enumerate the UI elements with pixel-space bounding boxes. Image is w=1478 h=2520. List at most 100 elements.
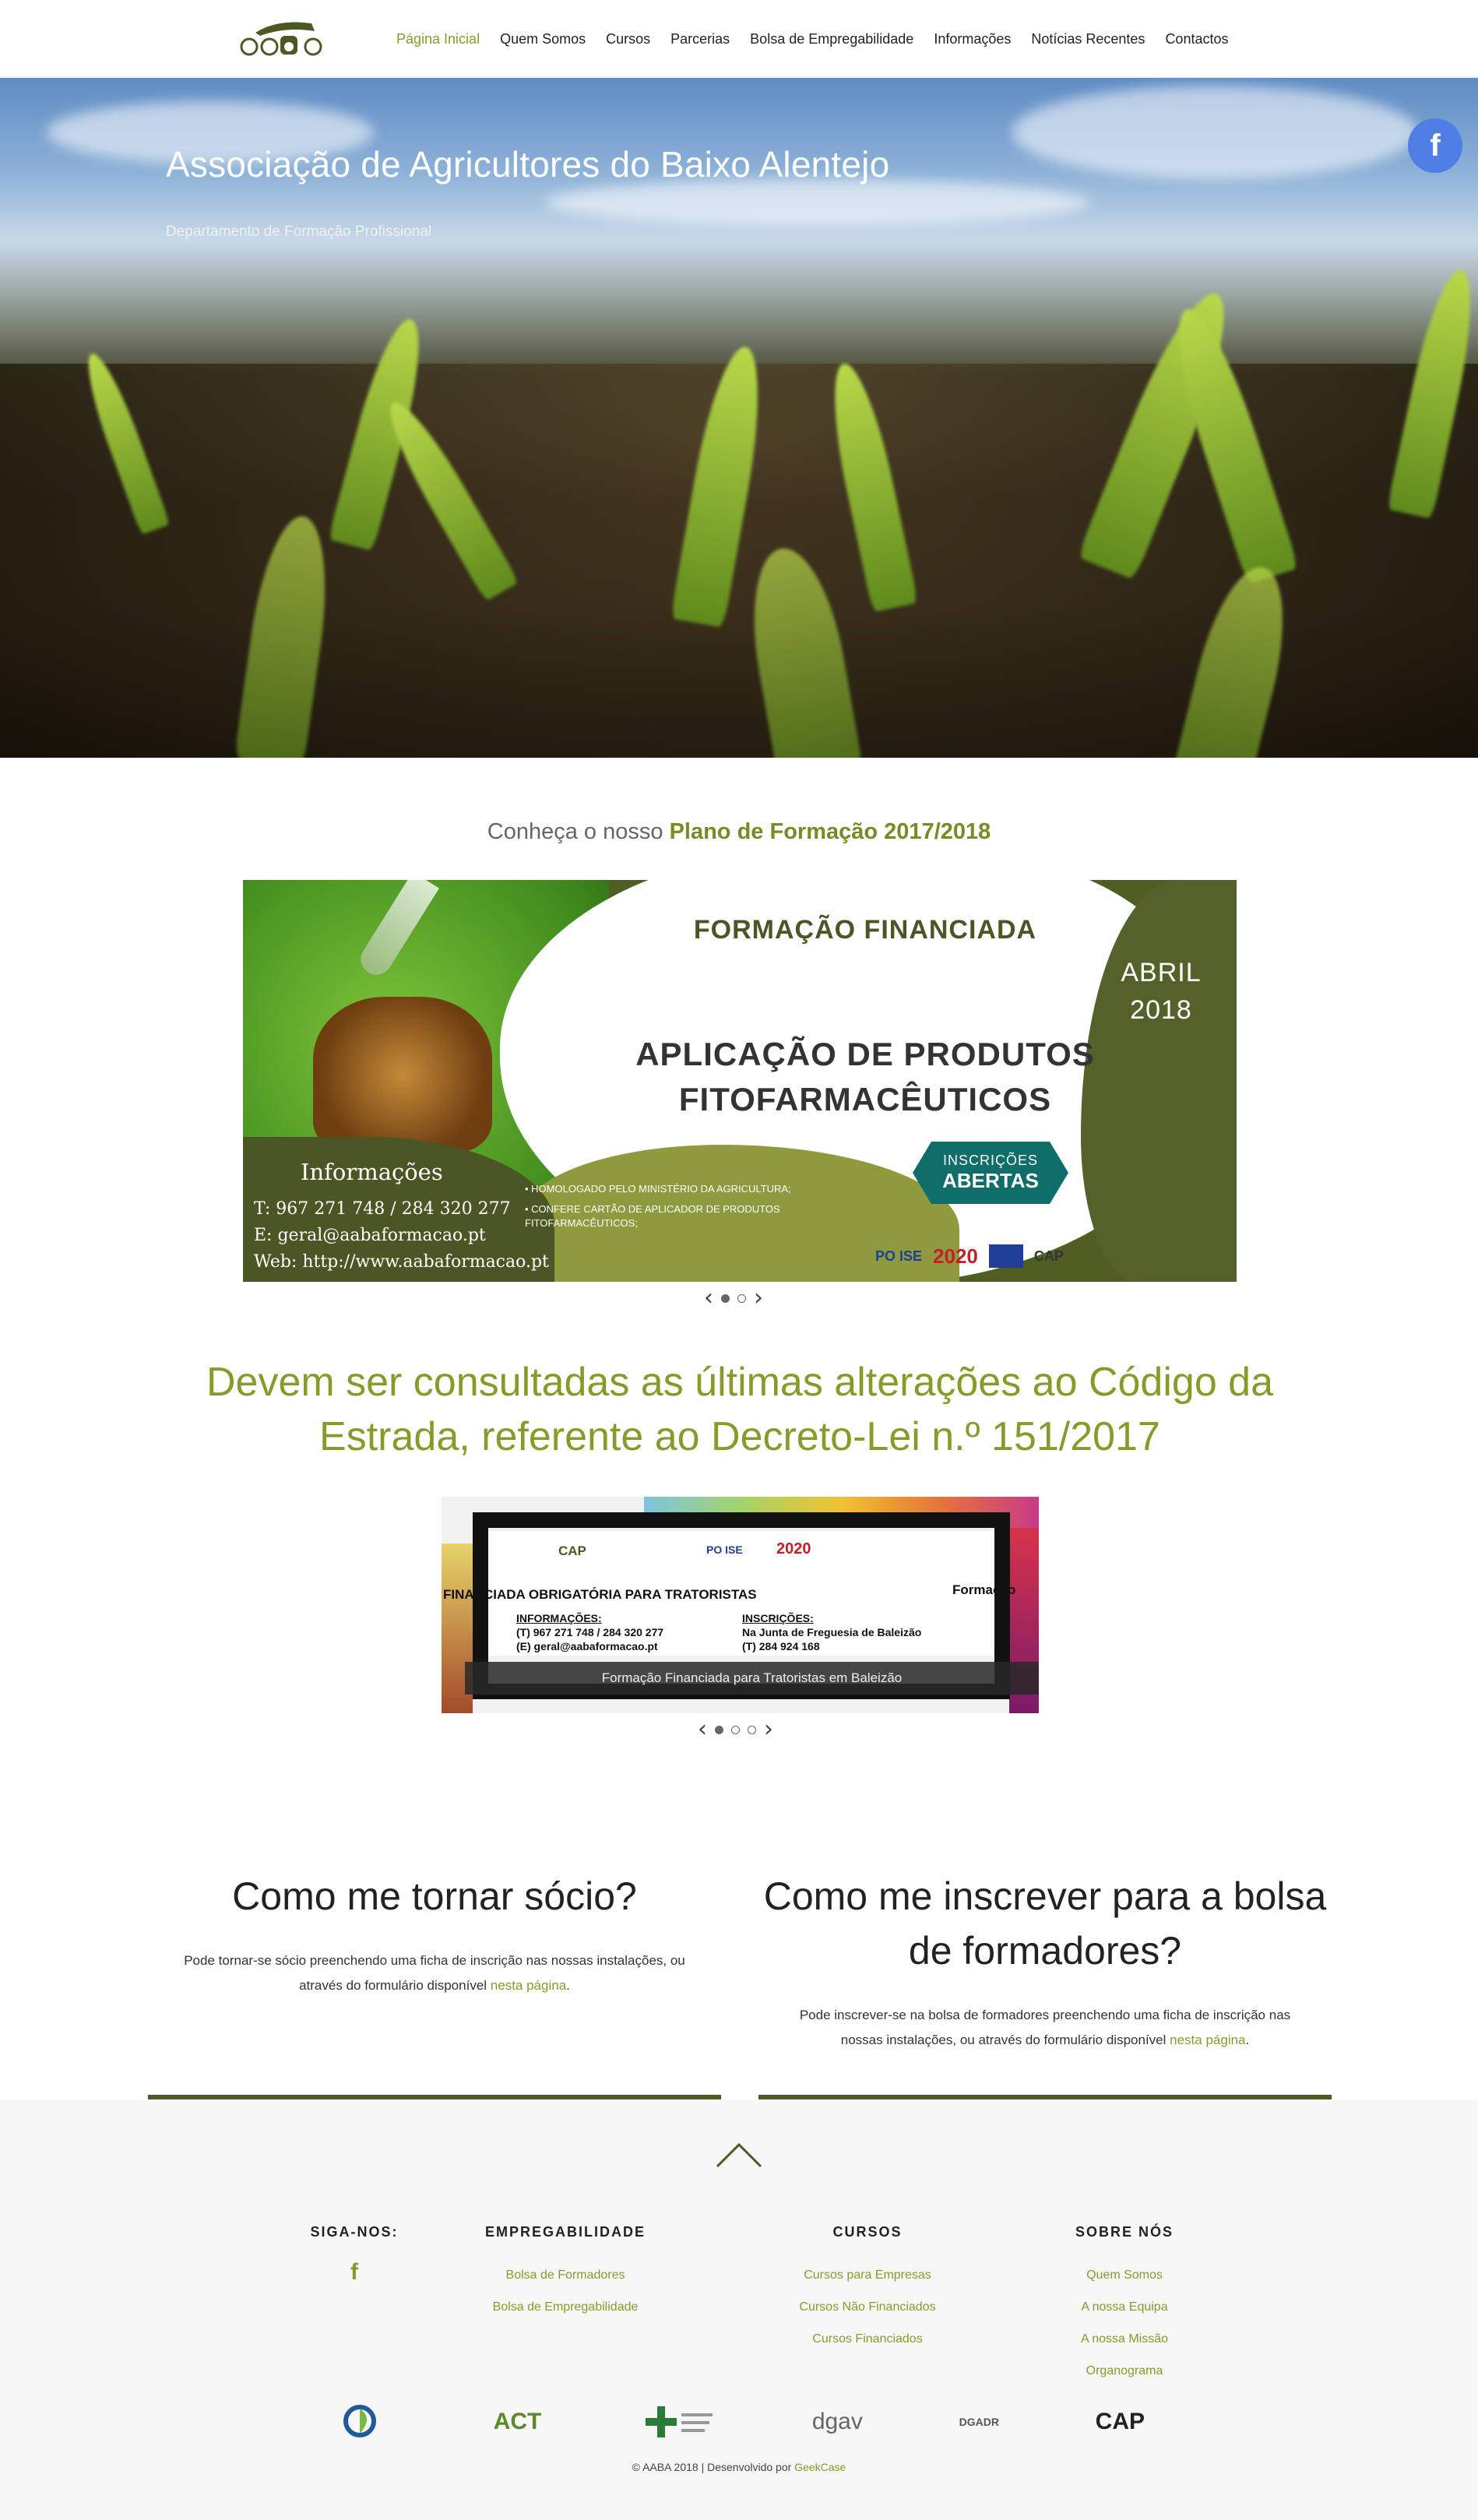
top-navbar: Página Inicial Quem Somos Cursos Parceri…: [0, 0, 1478, 78]
menu-item-parcerias[interactable]: Parcerias: [660, 31, 740, 48]
footer-social: SIGA-NOS: f: [245, 2224, 463, 2286]
news-slide[interactable]: CAP PO ISE 2020 FINANCIADA OBRIGATÓRIA P…: [442, 1497, 1039, 1713]
plan-heading-link[interactable]: Plano de Formação 2017/2018: [670, 819, 991, 844]
bolsa-text: Pode inscrever-se na bolsa de formadores…: [758, 2003, 1332, 2053]
footer-link-quem-somos[interactable]: Quem Somos: [1015, 2259, 1233, 2291]
poise-logo: PO ISE: [875, 1248, 923, 1264]
footer-empregabilidade: EMPREGABILIDADE Bolsa de Formadores Bols…: [456, 2224, 674, 2323]
banner-course-name: APLICAÇÃO DE PRODUTOS FITOFARMACÊUTICOS: [593, 1032, 1138, 1122]
course-banner-slide[interactable]: FORMAÇÃO FINANCIADA ABRIL 2018 APLICAÇÃO…: [243, 880, 1237, 1282]
banner-bullet: • CONFERE CARTÃO DE APLICADOR DE PRODUTO…: [525, 1203, 780, 1229]
carousel-dot[interactable]: [748, 1725, 756, 1734]
copyright: © AABA 2018 | Desenvolvido por GeekCase: [0, 2461, 1478, 2473]
menu-item-pagina-inicial[interactable]: Página Inicial: [386, 31, 490, 48]
menu-item-informacoes[interactable]: Informações: [924, 31, 1021, 48]
partner-logos: ACT dgav DGADR CAP: [343, 2400, 1145, 2444]
poster-logo-poise: PO ISE: [706, 1543, 743, 1556]
hero-subtitle: Departamento de Formação Profissional: [166, 223, 432, 240]
banner-bullets: • HOMOLOGADO PELO MINISTÉRIO DA AGRICULT…: [525, 1182, 805, 1230]
bottle-image: [313, 997, 492, 1153]
poster-insc-label: INSCRIÇÕES:: [742, 1612, 814, 1624]
banner-course-line1: APLICAÇÃO DE PRODUTOS: [635, 1036, 1095, 1072]
poster-info-email: (E) geral@aabaformacao.pt: [516, 1640, 658, 1652]
socio-text-body: Pode tornar-se sócio preenchendo uma fic…: [184, 1953, 685, 1993]
banner-title: FORMAÇÃO FINANCIADA: [693, 915, 1037, 945]
portugal-2020-logo: 2020: [933, 1244, 978, 1268]
chevron-left-icon[interactable]: ‹: [704, 1286, 713, 1310]
facebook-icon[interactable]: f: [1408, 118, 1462, 173]
chevron-up-icon[interactable]: [716, 2142, 762, 2168]
eu-flag-icon: [988, 1244, 1023, 1268]
footer-cursos: CURSOS Cursos para Empresas Cursos Não F…: [758, 2224, 977, 2355]
footer-link-cursos-financiados[interactable]: Cursos Financiados: [758, 2323, 977, 2355]
footer-sobre: SOBRE NÓS Quem Somos A nossa Equipa A no…: [1015, 2224, 1233, 2387]
footer-cursos-title: CURSOS: [832, 2224, 903, 2240]
partner-logo-circle[interactable]: [343, 2402, 397, 2441]
bolsa-section: Como me inscrever para a bolsa de formad…: [758, 1869, 1332, 2053]
main-menu: Página Inicial Quem Somos Cursos Parceri…: [386, 0, 1238, 78]
footer-link-equipa[interactable]: A nossa Equipa: [1015, 2291, 1233, 2323]
chevron-left-icon[interactable]: ‹: [698, 1718, 707, 1741]
carousel-1-controls: ‹ ›: [704, 1286, 763, 1310]
banner-sponsor-logos: PO ISE 2020 CAP: [875, 1238, 1218, 1274]
copyright-text: © AABA 2018 | Desenvolvido por: [632, 2461, 792, 2473]
carousel-dot[interactable]: [721, 1293, 730, 1303]
footer-sobre-title: SOBRE NÓS: [1075, 2224, 1174, 2240]
socio-form-link[interactable]: nesta página: [491, 1978, 566, 1993]
partner-logo-dgav[interactable]: dgav: [812, 2409, 863, 2435]
carousel-dot[interactable]: [737, 1293, 746, 1303]
socio-section: Como me tornar sócio? Pode tornar-se sóc…: [148, 1869, 721, 1998]
socio-title: Como me tornar sócio?: [232, 1874, 637, 1918]
carousel-dot[interactable]: [731, 1725, 740, 1734]
poster-logo-cap: CAP: [558, 1543, 586, 1558]
chevron-right-icon[interactable]: ›: [754, 1286, 763, 1310]
partner-logo-cap[interactable]: CAP: [1096, 2409, 1145, 2435]
hero-title: Associação de Agricultores do Baixo Alen…: [166, 144, 890, 185]
socio-text: Pode tornar-se sócio preenchendo uma fic…: [148, 1948, 721, 1998]
poster-info-label: INFORMAÇÕES:: [516, 1612, 602, 1624]
menu-item-contactos[interactable]: Contactos: [1155, 31, 1238, 48]
menu-item-noticias-recentes[interactable]: Notícias Recentes: [1021, 31, 1155, 48]
partner-logo-act[interactable]: ACT: [494, 2409, 542, 2435]
carousel-2-controls: ‹ ›: [698, 1718, 773, 1741]
poster-info-phone: (T) 967 271 748 / 284 320 277: [516, 1626, 664, 1638]
footer-link-cursos-nao-financiados[interactable]: Cursos Não Financiados: [758, 2291, 977, 2323]
poster-insc-place: Na Junta de Freguesia de Baleizão: [742, 1626, 922, 1638]
menu-item-cursos[interactable]: Cursos: [596, 31, 660, 48]
cap-logo: CAP: [1033, 1248, 1064, 1264]
bolsa-text-end: .: [1245, 2033, 1250, 2047]
footer-link-organograma[interactable]: Organograma: [1015, 2355, 1233, 2387]
socio-text-end: .: [566, 1978, 570, 1993]
footer-empregabilidade-title: EMPREGABILIDADE: [484, 2224, 646, 2240]
banner-web: Web: http://www.aabaformacao.pt: [254, 1252, 549, 1272]
chevron-right-icon[interactable]: ›: [764, 1718, 773, 1741]
partner-logo-dgadr[interactable]: DGADR: [959, 2416, 999, 2428]
banner-year: 2018: [1130, 995, 1192, 1025]
badge-line2: ABERTAS: [942, 1169, 1039, 1192]
banner-month: ABRIL: [1121, 958, 1202, 987]
bolsa-form-link[interactable]: nesta página: [1170, 2033, 1245, 2047]
news-title[interactable]: Devem ser consultadas as últimas alteraç…: [195, 1355, 1285, 1464]
footer-link-missao[interactable]: A nossa Missão: [1015, 2323, 1233, 2355]
footer-link-bolsa-empregabilidade[interactable]: Bolsa de Empregabilidade: [456, 2291, 674, 2323]
banner-email: E: geral@aabaformacao.pt: [254, 1226, 486, 1245]
developer-link[interactable]: GeekCase: [794, 2461, 846, 2473]
partner-logo-iefp[interactable]: [638, 2402, 716, 2441]
inscricoes-badge: INSCRIÇÕES ABERTAS: [913, 1142, 1068, 1204]
news-slide-caption[interactable]: Formação Financiada para Tratoristas em …: [465, 1662, 1039, 1695]
plan-heading: Conheça o nosso Plano de Formação 2017/2…: [0, 819, 1478, 845]
poster-logo-2020: 2020: [776, 1540, 811, 1557]
footer-link-cursos-empresas[interactable]: Cursos para Empresas: [758, 2259, 977, 2291]
facebook-icon[interactable]: f: [245, 2259, 463, 2286]
banner-phone: T: 967 271 748 / 284 320 277: [254, 1199, 511, 1219]
aaba-logo[interactable]: [238, 16, 330, 58]
banner-date: ABRIL 2018: [1110, 954, 1212, 1029]
poster-heading: FINANCIADA OBRIGATÓRIA PARA TRATORISTAS: [443, 1587, 757, 1602]
carousel-dot[interactable]: [715, 1725, 723, 1734]
menu-item-quem-somos[interactable]: Quem Somos: [490, 31, 596, 48]
banner-bullet: • HOMOLOGADO PELO MINISTÉRIO DA AGRICULT…: [525, 1183, 791, 1195]
menu-item-bolsa-empregabilidade[interactable]: Bolsa de Empregabilidade: [740, 31, 924, 48]
hero-cloud: [545, 179, 1090, 226]
banner-course-line2: FITOFARMACÊUTICOS: [678, 1081, 1052, 1117]
footer-link-bolsa-formadores[interactable]: Bolsa de Formadores: [456, 2259, 674, 2291]
